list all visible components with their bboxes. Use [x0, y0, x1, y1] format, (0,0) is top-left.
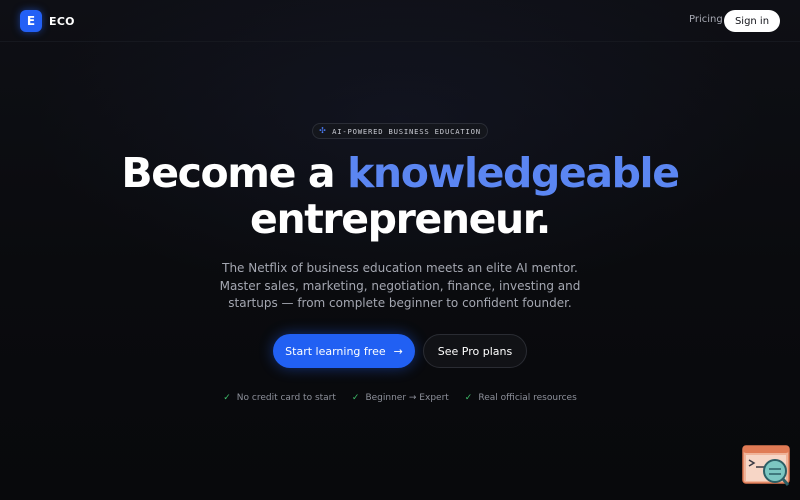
- perk-label: No credit card to start: [236, 393, 336, 403]
- perk-item: ✓ Real official resources: [465, 393, 577, 403]
- headline-accent: knowledgeable: [347, 149, 680, 197]
- top-nav: E ECO Pricing Sign in: [0, 0, 800, 42]
- arrow-right-icon: →: [393, 344, 403, 358]
- start-learning-button[interactable]: Start learning free →: [273, 334, 415, 368]
- headline-part1: Become a: [121, 149, 348, 197]
- check-icon: ✓: [464, 393, 473, 403]
- headline-part2: entrepreneur.: [250, 195, 551, 243]
- badge-label: AI-POWERED BUSINESS EDUCATION: [332, 126, 481, 136]
- perks-list: ✓ No credit card to start ✓ Beginner → E…: [0, 393, 800, 403]
- perk-label: Beginner → Expert: [365, 393, 449, 403]
- terminal-search-icon[interactable]: [742, 445, 790, 487]
- hero-badge: ✣ AI-POWERED BUSINESS EDUCATION: [312, 123, 488, 139]
- hero-headline: Become a knowledgeable entrepreneur.: [0, 150, 800, 242]
- nav-link-pricing[interactable]: Pricing: [689, 14, 723, 25]
- perk-label: Real official resources: [478, 393, 577, 403]
- start-learning-label: Start learning free: [285, 344, 386, 358]
- see-pro-plans-button[interactable]: See Pro plans: [423, 334, 527, 368]
- perk-item: ✓ No credit card to start: [223, 393, 336, 403]
- sparkle-icon: ✣: [319, 126, 326, 135]
- check-icon: ✓: [351, 393, 360, 403]
- brand-name: ECO: [49, 14, 75, 28]
- landing-page: E ECO Pricing Sign in ✣ AI-POWERED BUSIN…: [0, 0, 800, 500]
- perk-item: ✓ Beginner → Expert: [352, 393, 449, 403]
- brand-logo[interactable]: E ECO: [20, 10, 75, 32]
- sign-in-button[interactable]: Sign in: [724, 10, 780, 32]
- check-icon: ✓: [223, 393, 231, 403]
- logo-mark: E: [20, 10, 42, 32]
- hero-subtitle: The Netflix of business education meets …: [219, 261, 581, 310]
